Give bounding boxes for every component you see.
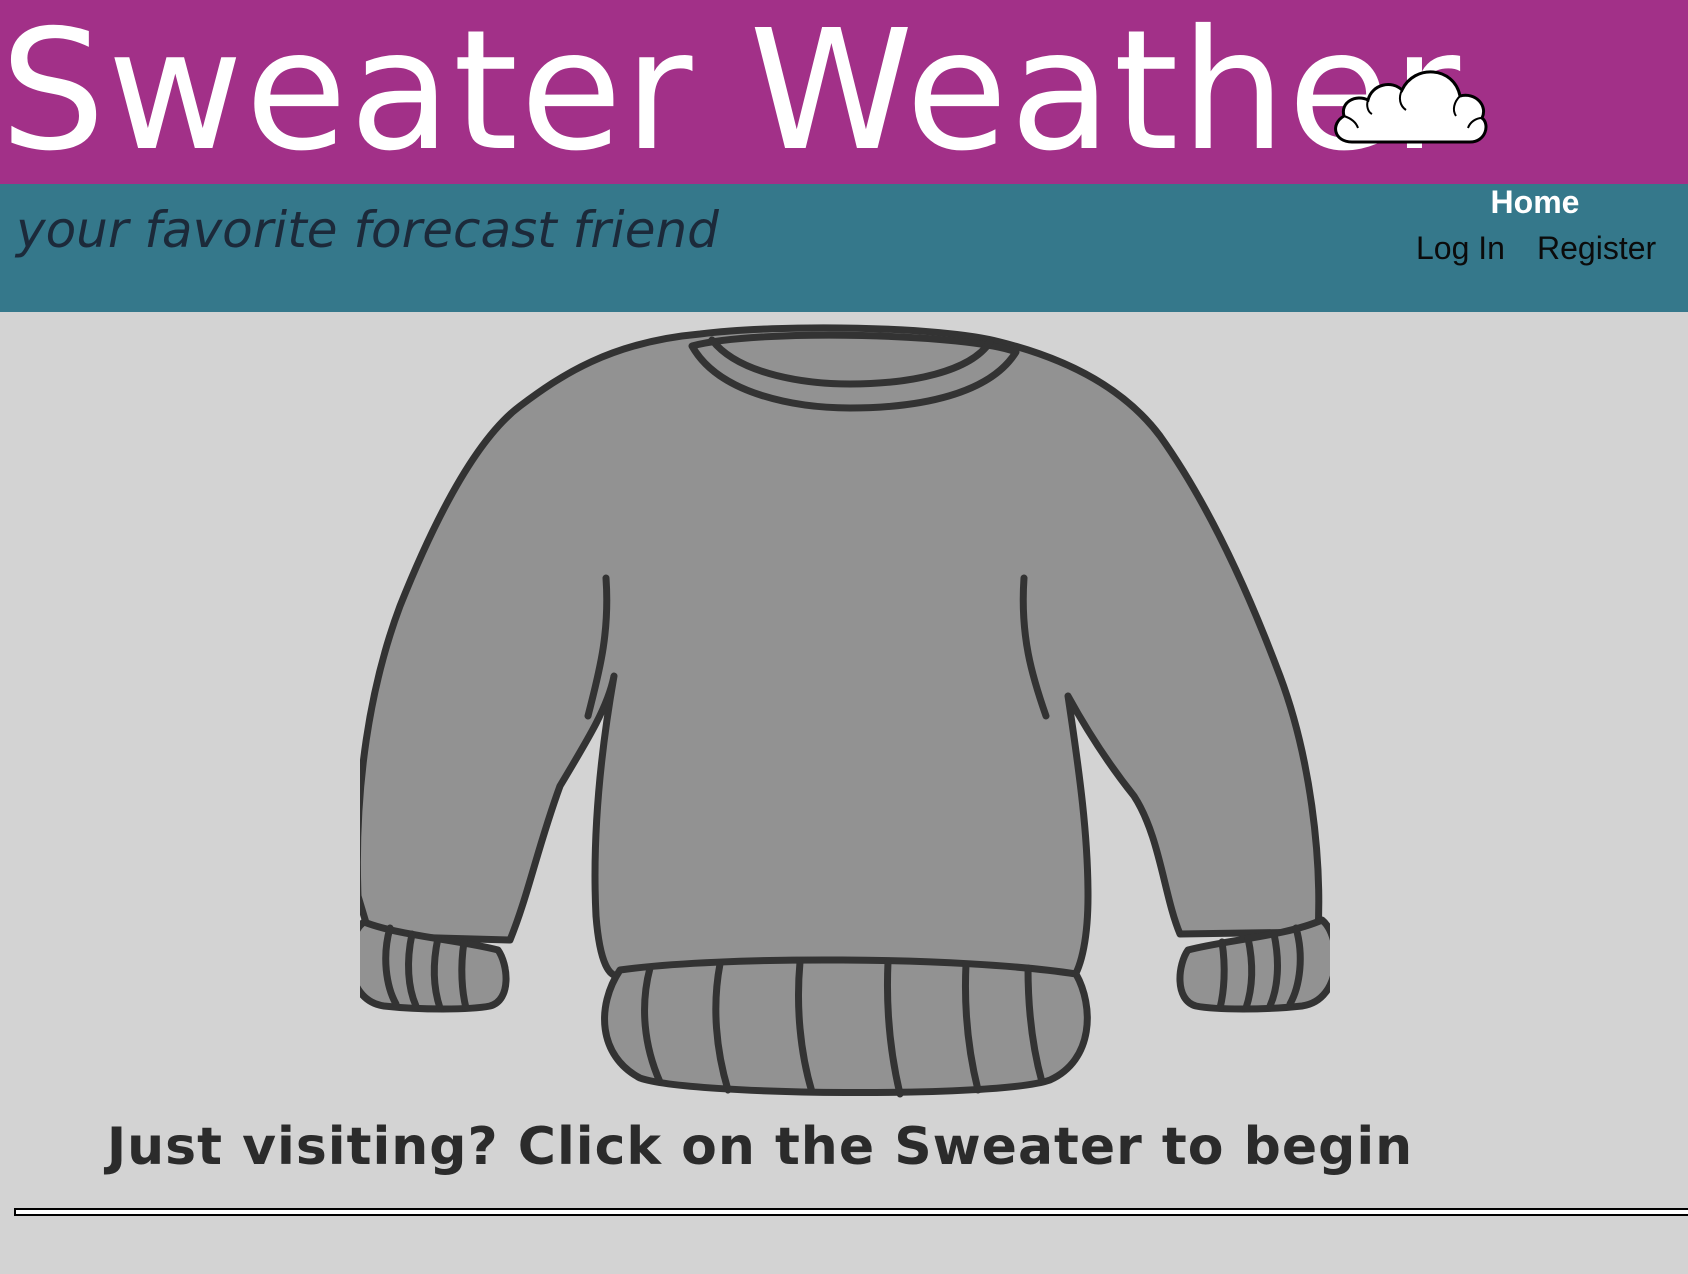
nav-login-link[interactable]: Log In bbox=[1416, 228, 1505, 268]
sweater-button[interactable] bbox=[360, 316, 1330, 1102]
cloud-icon bbox=[1334, 70, 1488, 144]
site-title: Sweater Weather bbox=[0, 0, 1463, 188]
tagline: your favorite forecast friend bbox=[16, 201, 719, 259]
horizontal-divider bbox=[14, 1208, 1688, 1216]
sweater-icon bbox=[360, 324, 1330, 1098]
nav-home-link[interactable]: Home bbox=[1470, 182, 1600, 222]
cta-text: Just visiting? Click on the Sweater to b… bbox=[0, 1112, 1688, 1182]
nav-register-link[interactable]: Register bbox=[1537, 228, 1656, 268]
cta-label: Just visiting? Click on the Sweater to b… bbox=[106, 1117, 1414, 1177]
